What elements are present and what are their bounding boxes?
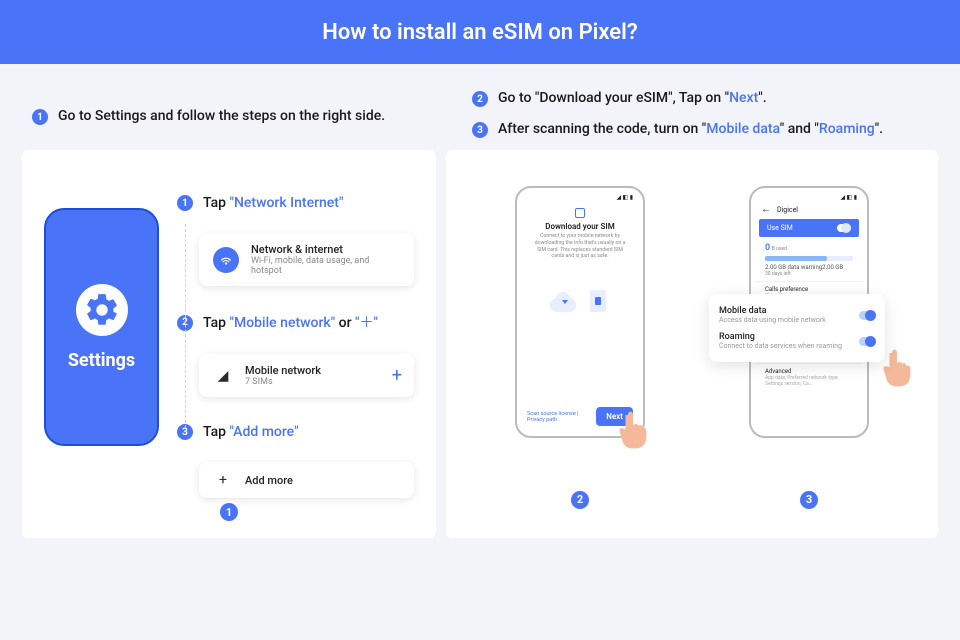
panels-row: Settings 1 Tap "Network Internet" Networ…: [0, 150, 960, 538]
toggle-on-icon: [837, 224, 851, 232]
sim-icon: [575, 208, 585, 218]
sim-chip-icon: [590, 290, 606, 312]
settings-label: Settings: [68, 350, 135, 371]
step-connector-line: [185, 224, 186, 428]
step-2-head: 2 Tap "Mobile network" or "＋": [177, 312, 414, 332]
screen-3-number: 3: [800, 491, 818, 509]
signal-icon: ◢: [213, 368, 233, 384]
use-sim-toggle[interactable]: Use SIM: [759, 219, 859, 237]
screen-3-wrapper: ◢ ◧ ▮ ← Digicel Use SIM 0 B used 2.00 GB…: [749, 186, 869, 509]
toggle-on-icon[interactable]: [859, 337, 875, 346]
step-1-head: 1 Tap "Network Internet": [177, 194, 414, 211]
cloud-icon: [550, 298, 576, 312]
step-1-badge: 1: [177, 195, 193, 211]
card-mobile-network[interactable]: ◢ Mobile network 7 SIMs +: [199, 354, 414, 397]
steps-column: 1 Tap "Network Internet" Network & inter…: [177, 194, 414, 528]
download-sim-desc: Connect to your mobile network by downlo…: [521, 233, 639, 260]
card-network-internet[interactable]: Network & internet Wi-Fi, mobile, data u…: [199, 233, 414, 286]
license-link[interactable]: Scan source license | Privacy path: [527, 411, 596, 423]
badge-2: 2: [472, 91, 488, 107]
pointer-hand-icon: [615, 410, 651, 450]
row-advanced[interactable]: Advanced App data, Preferred network typ…: [755, 363, 863, 391]
step-3-head: 3 Tap "Add more": [177, 423, 414, 440]
instruction-right: 2 Go to "Download your eSIM", Tap on "Ne…: [472, 90, 928, 138]
card-mobile-title: Mobile network: [245, 364, 321, 377]
usage-bar: [765, 256, 853, 261]
gear-icon: [76, 284, 128, 336]
settings-phone-frame: Settings: [44, 208, 159, 446]
status-bar-icon: ◢ ◧ ▮: [521, 192, 639, 202]
panel-settings-steps: Settings 1 Tap "Network Internet" Networ…: [22, 150, 436, 538]
badge-3: 3: [472, 122, 488, 138]
toggle-popup: Mobile dataAccess data using mobile netw…: [709, 294, 885, 362]
phone-download-sim: ◢ ◧ ▮ Download your SIM Connect to your …: [515, 186, 645, 438]
page-title: How to install an eSIM on Pixel?: [322, 20, 637, 45]
card-add-more[interactable]: + Add more: [199, 462, 414, 498]
carrier-header: ← Digicel: [755, 202, 863, 217]
status-bar-icon: ◢ ◧ ▮: [755, 192, 863, 202]
popup-roaming[interactable]: RoamingConnect to data services when roa…: [719, 328, 875, 354]
card-mobile-sub: 7 SIMs: [245, 377, 321, 387]
toggle-on-icon[interactable]: [859, 311, 875, 320]
screen-2-wrapper: ◢ ◧ ▮ Download your SIM Connect to your …: [515, 186, 645, 509]
download-illustration: [540, 284, 620, 334]
card-addmore-title: Add more: [245, 474, 293, 487]
plus-icon[interactable]: +: [392, 365, 402, 386]
top-instructions: 1 Go to Settings and follow the steps on…: [0, 64, 960, 150]
instruction-2-text: Go to "Download your eSIM", Tap on "Next…: [498, 90, 767, 106]
wifi-icon: [213, 247, 239, 273]
badge-1: 1: [32, 109, 48, 125]
instruction-left: 1 Go to Settings and follow the steps on…: [32, 90, 432, 138]
instruction-left-text: Go to Settings and follow the steps on t…: [58, 108, 385, 124]
header-bar: How to install an eSIM on Pixel?: [0, 0, 960, 64]
panel-phone-screens: ◢ ◧ ▮ Download your SIM Connect to your …: [446, 150, 938, 538]
card-network-title: Network & internet: [251, 243, 400, 256]
download-sim-title: Download your SIM: [521, 222, 639, 231]
back-arrow-icon[interactable]: ←: [761, 204, 771, 215]
screen-2-number: 2: [571, 491, 589, 509]
usage-section: 0 B used 2.00 GB data warning2.00 GB 30 …: [755, 239, 863, 281]
popup-mobile-data[interactable]: Mobile dataAccess data using mobile netw…: [719, 302, 875, 328]
panel-1-footer: 1: [220, 501, 238, 522]
settings-phone: Settings: [44, 208, 159, 528]
plus-icon: +: [213, 472, 233, 488]
instruction-3-text: After scanning the code, turn on "Mobile…: [498, 121, 883, 137]
card-network-sub: Wi-Fi, mobile, data usage, and hotspot: [251, 256, 400, 276]
